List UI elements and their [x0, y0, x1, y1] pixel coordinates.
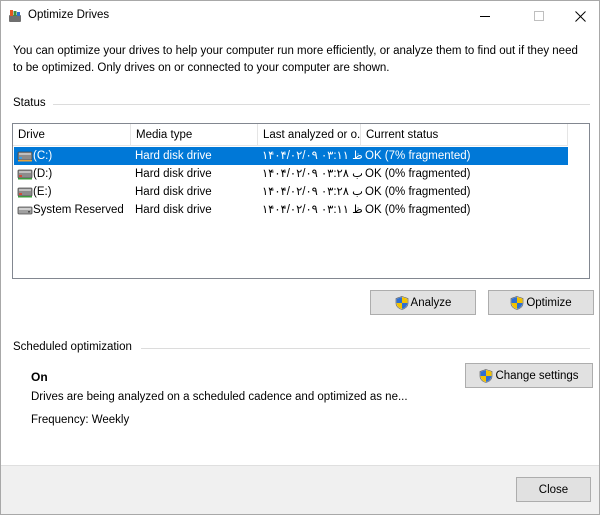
column-header-drive[interactable]: Drive	[13, 124, 130, 146]
drive-row-c[interactable]: (C:) Hard disk drive ۱۴۰۴/۰۲/۰۹ ۰۳:۱۱ ب.…	[14, 147, 568, 165]
column-header-current-status[interactable]: Current status	[361, 124, 567, 146]
drive-row-d[interactable]: (D:) Hard disk drive ۱۴۰۴/۰۲/۰۹ ۰۳:۲۸ ب …	[14, 165, 568, 183]
drive-last-analyzed: ۱۴۰۴/۰۲/۰۹ ۰۳:۲۸ ب	[262, 168, 362, 180]
close-window-button[interactable]	[557, 1, 600, 31]
drive-media-type: Hard disk drive	[135, 186, 212, 198]
uac-shield-icon	[511, 295, 524, 310]
drives-list-header: Drive Media type Last analyzed or o... C…	[13, 124, 568, 146]
drive-current-status: OK (0% fragmented)	[365, 168, 471, 180]
drive-last-analyzed: ۱۴۰۴/۰۲/۰۹ ۰۳:۱۱ ب.ظ	[262, 204, 362, 216]
optimize-drives-app-icon	[9, 10, 21, 22]
drive-media-type: Hard disk drive	[135, 150, 212, 162]
optimize-drives-window: Optimize Drives You can optimize your dr…	[0, 0, 600, 515]
status-group-divider	[53, 104, 590, 105]
change-settings-button[interactable]: Change settings	[465, 363, 593, 388]
uac-shield-icon	[480, 368, 493, 383]
drive-row-e[interactable]: (E:) Hard disk drive ۱۴۰۴/۰۲/۰۹ ۰۳:۲۸ ب …	[14, 183, 568, 201]
drive-current-status: OK (0% fragmented)	[365, 186, 471, 198]
optimize-button-label: Optimize	[526, 296, 572, 309]
hard-drive-icon	[17, 187, 33, 198]
minimize-button[interactable]	[462, 1, 508, 31]
drive-row-system-reserved[interactable]: System Reserved Hard disk drive ۱۴۰۴/۰۲/…	[14, 201, 568, 219]
analyze-button-label: Analyze	[410, 296, 452, 309]
drive-last-analyzed: ۱۴۰۴/۰۲/۰۹ ۰۳:۱۱ ب.ظ	[262, 150, 362, 162]
maximize-icon	[534, 11, 544, 21]
drive-name: (D:)	[33, 168, 53, 180]
scheduled-frequency: Frequency: Weekly	[31, 414, 130, 426]
status-group-label: Status	[13, 97, 46, 109]
close-icon	[574, 10, 586, 22]
column-header-media-type[interactable]: Media type	[131, 124, 257, 146]
uac-shield-icon	[395, 295, 408, 310]
scheduled-optimization-label: Scheduled optimization	[13, 341, 132, 353]
hard-drive-icon	[17, 206, 33, 215]
scheduled-description: Drives are being analyzed on a scheduled…	[31, 391, 408, 403]
drive-current-status: OK (0% fragmented)	[365, 204, 471, 216]
drive-name: (E:)	[33, 186, 52, 198]
drive-current-status: OK (7% fragmented)	[365, 150, 471, 162]
minimize-icon	[480, 16, 490, 17]
dialog-footer: Close	[1, 465, 599, 514]
hard-drive-icon	[17, 169, 33, 180]
optimize-button[interactable]: Optimize	[488, 290, 594, 315]
window-title: Optimize Drives	[28, 9, 110, 21]
drive-media-type: Hard disk drive	[135, 204, 212, 216]
close-button-label: Close	[538, 483, 569, 496]
drive-last-analyzed: ۱۴۰۴/۰۲/۰۹ ۰۳:۲۸ ب	[262, 186, 362, 198]
scheduled-group-divider	[141, 348, 590, 349]
drive-name: System Reserved	[33, 204, 124, 216]
scheduled-state: On	[31, 370, 48, 384]
maximize-button[interactable]	[516, 1, 562, 31]
close-button[interactable]: Close	[516, 477, 591, 502]
analyze-button[interactable]: Analyze	[370, 290, 476, 315]
title-bar[interactable]: Optimize Drives	[1, 1, 599, 31]
drives-list[interactable]: Drive Media type Last analyzed or o... C…	[12, 123, 590, 279]
hard-drive-icon	[17, 151, 33, 162]
change-settings-button-label: Change settings	[495, 369, 579, 382]
column-separator[interactable]	[567, 124, 568, 146]
intro-text: You can optimize your drives to help you…	[13, 45, 578, 74]
drive-name: (C:)	[33, 150, 53, 162]
drive-media-type: Hard disk drive	[135, 168, 212, 180]
column-header-last-analyzed[interactable]: Last analyzed or o...	[258, 124, 360, 146]
